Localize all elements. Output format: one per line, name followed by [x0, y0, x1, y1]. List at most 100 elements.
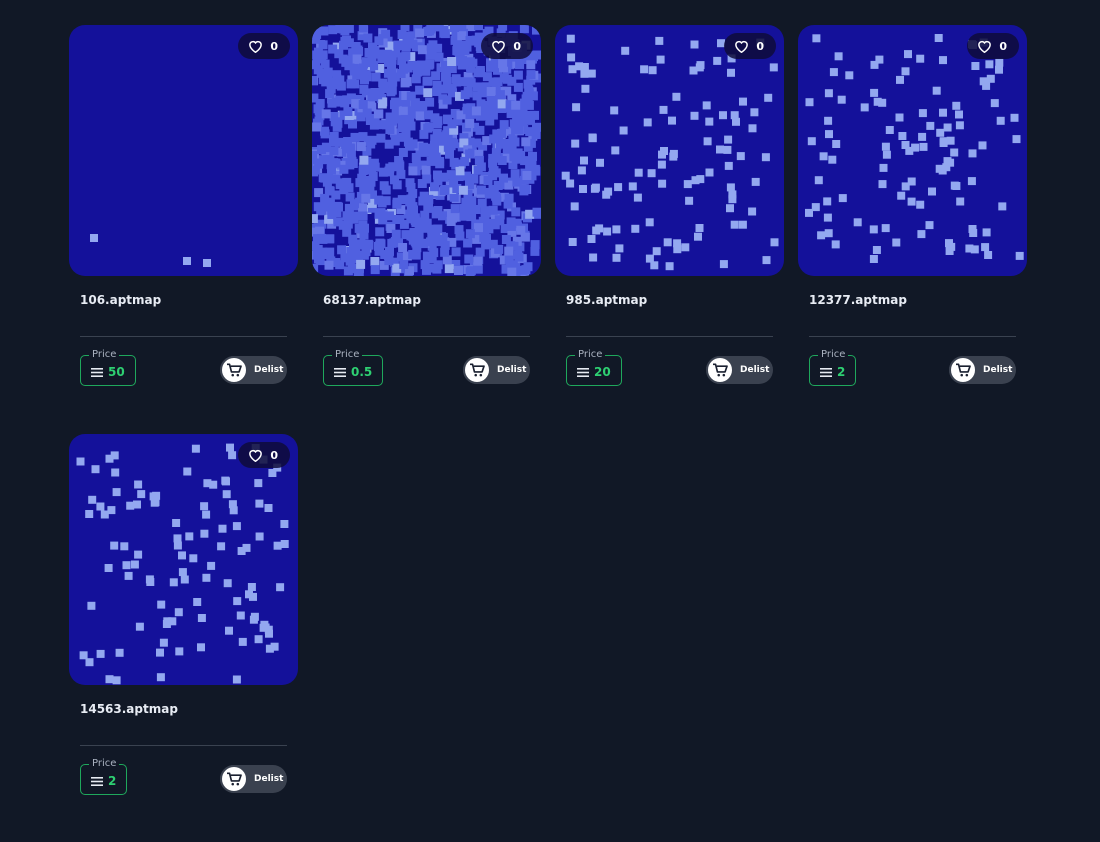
map-tile [673, 239, 682, 248]
map-tile [950, 148, 959, 157]
map-tile [359, 70, 369, 80]
delist-button[interactable]: Delist [706, 356, 773, 384]
map-tile [477, 198, 487, 208]
map-tile [939, 56, 947, 65]
divider [809, 336, 1016, 337]
map-tile [321, 109, 331, 119]
nft-name[interactable]: 106.aptmap [80, 293, 161, 307]
like-button[interactable]: 0 [967, 33, 1019, 59]
map-tile [110, 541, 119, 550]
map-tile [925, 221, 934, 230]
map-tile [663, 238, 672, 247]
map-tile [90, 234, 98, 242]
like-button[interactable]: 0 [481, 33, 533, 59]
map-tile [374, 242, 383, 251]
map-tile [370, 257, 380, 266]
map-tile [526, 70, 536, 80]
delist-button[interactable]: Delist [949, 356, 1016, 384]
map-tile [175, 647, 184, 656]
map-tile [390, 97, 400, 107]
map-thumbnail[interactable]: 0 [798, 25, 1027, 276]
map-tile [134, 480, 143, 489]
map-tile [317, 233, 327, 243]
map-tile [361, 193, 371, 203]
map-thumbnail[interactable]: 0 [555, 25, 784, 276]
nft-name[interactable]: 985.aptmap [566, 293, 647, 307]
heart-icon [978, 40, 992, 53]
map-tile [317, 145, 326, 155]
delist-label: Delist [254, 365, 284, 375]
map-tile [443, 142, 453, 152]
nft-card[interactable]: 0 106.aptmap Price 50 Delist [69, 25, 298, 405]
map-tile [460, 46, 470, 56]
map-tile [349, 64, 359, 74]
map-tile [643, 118, 652, 127]
map-tile [474, 25, 483, 31]
map-tile [648, 66, 657, 75]
map-tile [217, 542, 226, 551]
map-tile [946, 136, 955, 145]
map-tile [152, 491, 161, 500]
map-tile [901, 141, 910, 149]
map-tile [984, 251, 993, 259]
nft-name[interactable]: 12377.aptmap [809, 293, 907, 307]
map-thumbnail[interactable]: 0 [69, 25, 298, 276]
delist-button[interactable]: Delist [220, 765, 287, 793]
map-tile [702, 101, 711, 110]
map-tile [491, 191, 501, 201]
nft-card[interactable]: 0 985.aptmap Price 20 Delist [555, 25, 784, 405]
map-tile [105, 675, 114, 684]
map-tile [455, 166, 465, 176]
map-tile [454, 225, 464, 235]
map-tile [312, 214, 318, 224]
delist-button[interactable]: Delist [220, 356, 287, 384]
map-tile [280, 540, 289, 548]
like-count: 0 [513, 39, 521, 53]
like-button[interactable]: 0 [238, 442, 290, 468]
like-button[interactable]: 0 [238, 33, 290, 59]
map-tile [488, 167, 498, 176]
map-tile [250, 612, 259, 621]
map-tile [429, 248, 439, 258]
map-tile [423, 88, 433, 98]
map-tile [452, 46, 462, 56]
map-tile [838, 194, 847, 203]
nft-name[interactable]: 68137.aptmap [323, 293, 421, 307]
map-tile [750, 108, 759, 117]
map-tile [340, 98, 350, 108]
nft-card[interactable]: 0 12377.aptmap Price 2 Delist [798, 25, 1027, 405]
like-button[interactable]: 0 [724, 33, 776, 59]
map-tile [770, 238, 779, 247]
map-tile [156, 648, 164, 657]
nft-name[interactable]: 14563.aptmap [80, 702, 178, 716]
map-thumbnail[interactable]: 0 [312, 25, 541, 276]
map-tile [828, 155, 837, 164]
map-tile [728, 190, 737, 199]
delist-button[interactable]: Delist [463, 356, 530, 384]
map-tile [232, 675, 241, 684]
map-tile [685, 196, 694, 205]
map-tile [390, 175, 399, 185]
delist-label: Delist [254, 774, 284, 784]
nft-card[interactable]: 0 14563.aptmap Price 2 Delist [69, 434, 298, 814]
map-tile [312, 25, 322, 32]
map-tile [568, 238, 577, 246]
map-tile [422, 265, 431, 275]
map-tile [343, 25, 353, 33]
map-tile [658, 179, 667, 188]
map-tile [897, 191, 906, 200]
map-tile [640, 65, 649, 74]
map-tile [247, 583, 256, 591]
map-pattern [76, 443, 289, 685]
nft-card[interactable]: 0 68137.aptmap Price 0.5 Delist [312, 25, 541, 405]
map-tile [907, 177, 916, 186]
map-tile [355, 178, 365, 188]
map-tile [568, 65, 577, 74]
map-tile [365, 184, 375, 194]
map-tile [359, 84, 369, 94]
map-tile [159, 638, 168, 647]
map-tile [824, 89, 833, 98]
map-tile [485, 116, 495, 126]
map-thumbnail[interactable]: 0 [69, 434, 298, 685]
map-tile [379, 84, 389, 93]
